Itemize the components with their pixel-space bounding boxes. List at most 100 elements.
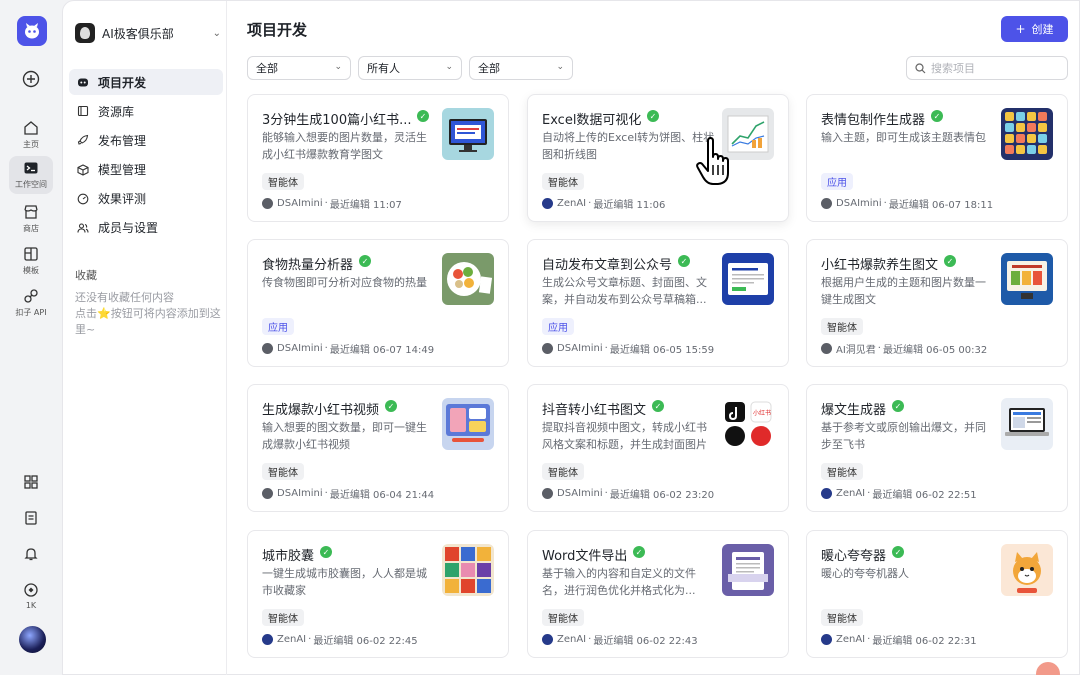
rail-template[interactable]: 模板 [0,242,62,280]
apps-icon[interactable] [0,470,62,494]
last-edited: 最近编辑 06-07 18:11 [888,200,994,211]
last-edited: 最近编辑 06-02 22:31 [872,636,977,647]
sidebar-item-projects[interactable]: 项目开发 [69,69,223,95]
project-type-tag: 应用 [821,173,853,190]
project-card[interactable]: 食物热量分析器 ✓ 传食物图即可分析对应食物的热量 应用 DSAImini · 最近编辑… [247,239,509,367]
author-avatar [542,634,553,645]
author-avatar [542,198,553,209]
team-switcher[interactable]: AI极客俱乐部 ⌄ [75,21,221,45]
project-card[interactable]: 3分钟生成100篇小红书... ✓ 能够输入想要的图片数量，灵活生成小红书爆款教育学… [247,94,509,222]
users-icon [77,222,89,234]
sidebar-menu: 项目开发 资源库 发布管理 模型管理 效果评测 成员与设置 [69,69,223,244]
project-card-title: 小红书爆款养生图文 [821,258,939,273]
author-avatar [542,343,553,354]
project-card-title: 暖心夸夸器 [821,549,887,564]
star-icon: ⭐ [97,307,111,320]
hand-cursor-icon [696,137,729,185]
project-card-meta: DSAImini · 最近编辑 11:07 [262,196,402,211]
type-filter-value: 全部 [256,62,278,75]
verified-check-icon: ✓ [647,110,659,122]
sidebar-item-label: 模型管理 [98,163,147,178]
coze-logo-icon[interactable] [17,16,47,46]
project-card-title: 生成爆款小红书视频 [262,403,380,418]
author-avatar [821,198,832,209]
project-card[interactable]: 城市胶囊 ✓ 一键生成城市胶囊图，人人都是城市收藏家 智能体 ZenAI · 最近编辑 … [247,530,509,658]
user-avatar[interactable] [19,626,46,653]
team-avatar [75,23,95,43]
author-name: ZenAI [836,634,866,645]
search-input[interactable] [931,61,1051,75]
project-card[interactable]: 暖心夸夸器 ✓ 暖心的夸夸机器人 智能体 ZenAI · 最近编辑 06-02 22:3… [806,530,1068,658]
svg-text:小红书: 小红书 [753,409,771,417]
last-edited: 最近编辑 06-02 22:45 [313,636,418,647]
meta-separator: · [883,198,887,209]
owner-filter-select[interactable]: 所有人 ⌄ [358,56,462,80]
project-card-description: 自动将上传的Excel转为饼图、柱状图和折线图 [542,131,715,161]
project-card-title: 表情包制作生成器 [821,113,926,128]
status-filter-select[interactable]: 全部 ⌄ [469,56,573,80]
project-card[interactable]: 小红书爆款养生图文 ✓ 根据用户生成的主题和图片数量一键生成图文 智能体 AI洞见君 ·… [806,239,1068,367]
verified-check-icon: ✓ [417,110,429,122]
last-edited: 最近编辑 11:07 [329,200,402,211]
author-avatar [821,488,832,499]
sidebar-item-models[interactable]: 模型管理 [69,157,223,183]
project-card-meta: DSAImini · 最近编辑 06-02 23:20 [542,486,714,501]
project-card[interactable]: 爆文生成器 ✓ 基于参考文或原创输出爆文，并同步至飞书 智能体 ZenAI · 最近编辑… [806,384,1068,512]
meta-separator: · [588,634,592,645]
create-button[interactable]: + 创建 [1001,16,1068,42]
chevron-down-icon: ⌄ [445,62,453,72]
project-card-description: 生成公众号文章标题、封面图、文案，并自动发布到公众号草稿箱... [542,276,707,306]
verified-check-icon: ✓ [678,255,690,267]
author-name: DSAImini [836,198,882,209]
meta-separator: · [877,343,881,354]
sidebar-item-label: 资源库 [98,104,135,119]
api-icon [24,289,38,303]
docs-icon[interactable] [0,506,62,530]
author-name: DSAImini [277,343,323,354]
page-title: 项目开发 [247,21,308,39]
sidebar-item-library[interactable]: 资源库 [69,98,223,124]
author-name: ZenAI [836,488,866,499]
project-card[interactable]: 表情包制作生成器 ✓ 输入主题，即可生成该主题表情包 应用 DSAImini · 最近编… [806,94,1068,222]
credit-button[interactable]: 1K [0,578,62,614]
project-card[interactable]: 自动发布文章到公众号 ✓ 生成公众号文章标题、封面图、文案，并自动发布到公众号草稿箱… [527,239,789,367]
author-avatar [262,488,273,499]
meta-separator: · [308,634,312,645]
project-type-tag: 应用 [542,318,574,335]
project-card-meta: DSAImini · 最近编辑 06-07 18:11 [821,196,993,211]
rail-home[interactable]: 主页 [0,116,62,154]
sidebar-item-label: 项目开发 [98,75,147,90]
favorites-empty-line2a: 点击 [75,307,97,320]
sidebar-item-members[interactable]: 成员与设置 [69,215,223,241]
project-card-description: 基于参考文或原创输出爆文，并同步至飞书 [821,421,986,451]
project-card[interactable]: 生成爆款小红书视频 ✓ 输入想要的图文数量，即可一键生成爆款小红书视频 智能体 DSAI… [247,384,509,512]
project-card[interactable]: Excel数据可视化 ✓ 自动将上传的Excel转为饼图、柱状图和折线图 智能体 Zen… [527,94,789,222]
project-card-title: Excel数据可视化 [542,113,642,128]
project-card-title: 爆文生成器 [821,403,887,418]
project-card-title: 自动发布文章到公众号 [542,258,673,273]
type-filter-select[interactable]: 全部 ⌄ [247,56,351,80]
search-box [906,56,1068,80]
rail-api[interactable]: 扣子 API [0,284,62,322]
workspace-icon [24,162,38,174]
rail-home-label: 主页 [23,140,39,149]
sidebar-item-evaluation[interactable]: 效果评测 [69,186,223,212]
chevron-down-icon: ⌄ [556,62,564,72]
sidebar-item-publish[interactable]: 发布管理 [69,127,223,153]
rail-store-label: 商店 [23,224,39,233]
bell-icon[interactable] [0,542,62,566]
project-card-title: 城市胶囊 [262,549,315,564]
rail-workspace[interactable]: 工作空间 [0,156,62,194]
emoji-grid-thumb [1001,108,1053,160]
verified-check-icon: ✓ [892,400,904,412]
meta-separator: · [588,198,592,209]
project-card[interactable]: Word文件导出 ✓ 基于输入的内容和自定义的文件名，进行润色优化并格式化为... 智… [527,530,789,658]
create-icon[interactable] [0,66,62,92]
favorites-empty-text: 还没有收藏任何内容 点击⭐按钮可将内容添加到这里~ [75,290,225,338]
rail-store[interactable]: 商店 [0,200,62,238]
last-edited: 最近编辑 06-07 14:49 [329,345,435,356]
project-card-description: 传食物图即可分析对应食物的热量 [262,276,427,289]
project-card-meta: AI洞见君 · 最近编辑 06-05 00:32 [821,341,987,356]
meta-separator: · [324,488,328,499]
project-card[interactable]: 抖音转小红书图文 ✓ 提取抖音视频中图文，转成小红书风格文案和标题，并生成封面图片智… [527,384,789,512]
